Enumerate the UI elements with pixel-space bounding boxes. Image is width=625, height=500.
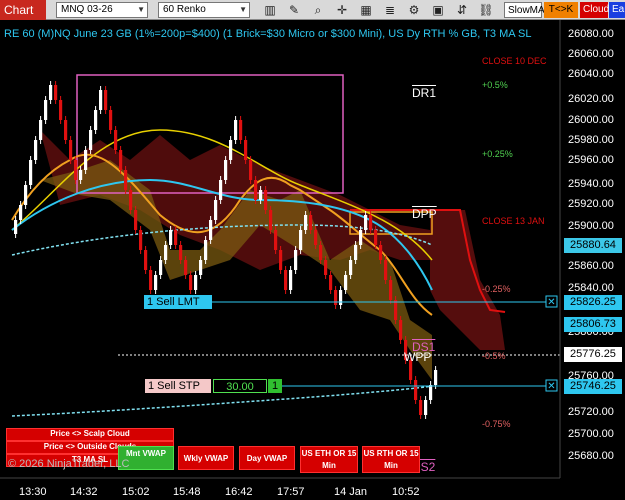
chart-toolbar: Chart MNQ 03-26 ▼ 60 Renko ▼ ▥ ✎ ⌕ ✛ ▦ ≣…	[0, 0, 625, 20]
chart-tab[interactable]: Chart	[0, 0, 46, 20]
price-tick: 25940.00	[568, 178, 614, 190]
price-tick: 25860.00	[568, 260, 614, 272]
slow-ma-button[interactable]: SlowMA	[504, 2, 545, 18]
chevron-down-icon: ▼	[239, 5, 247, 14]
stop-qty-field[interactable]: 1	[268, 379, 282, 393]
wpp-label: WPP	[404, 350, 432, 364]
minus-075-label: -0.75%	[482, 419, 511, 429]
price-tick: 25700.00	[568, 428, 614, 440]
svg-text:✕: ✕	[547, 297, 555, 308]
time-tick: 10:52	[392, 486, 420, 498]
time-tick: 14 Jan	[334, 486, 368, 498]
price-tick: 26000.00	[568, 114, 614, 126]
price-tick: 25680.00	[568, 450, 614, 462]
price-tag-last: 25776.25	[564, 347, 622, 362]
list-icon[interactable]: ≣	[382, 2, 398, 18]
chevron-down-icon: ▼	[137, 5, 145, 14]
plus-025-label: +0.25%	[482, 149, 513, 159]
instrument-selector[interactable]: MNQ 03-26 ▼	[56, 2, 148, 18]
price-tick: 25960.00	[568, 154, 614, 166]
time-tick: 13:30	[19, 486, 47, 498]
copyright-text: © 2026 NinjaTrader, LLC	[8, 458, 130, 470]
svg-text:✕: ✕	[547, 381, 555, 392]
price-tag-sell-stp: 25746.25	[564, 379, 622, 394]
interval-selector[interactable]: 60 Renko ▼	[158, 2, 250, 18]
price-tag-sell-lmt: 25826.25	[564, 295, 622, 310]
pencil-icon[interactable]: ✎	[286, 2, 302, 18]
price-tick: 25840.00	[568, 282, 614, 294]
time-tick: 16:42	[225, 486, 253, 498]
dpp-label: DPP	[412, 207, 437, 221]
price-tick: 25720.00	[568, 406, 614, 418]
strategy-icon[interactable]: ⚙	[406, 2, 422, 18]
camera-icon[interactable]: ▣	[430, 2, 446, 18]
link-icon[interactable]: ⛓	[478, 2, 494, 18]
price-tick: 26080.00	[568, 28, 614, 40]
time-tick: 15:48	[173, 486, 201, 498]
instrument-label: MNQ 03-26	[61, 4, 113, 15]
price-tick: 25980.00	[568, 134, 614, 146]
bar-chart-icon[interactable]: ▥	[262, 2, 278, 18]
time-tick: 17:57	[277, 486, 305, 498]
interval-label: 60 Renko	[163, 4, 206, 15]
price-tick: 25900.00	[568, 220, 614, 232]
red-cloud-right	[430, 210, 505, 350]
close-order-icon[interactable]: ✕	[545, 379, 558, 392]
us-rth-or-button[interactable]: US RTH OR 15 Min	[362, 446, 420, 473]
time-tick: 14:32	[70, 486, 98, 498]
time-tick: 15:02	[122, 486, 150, 498]
day-vwap-button[interactable]: Day VWAP	[239, 446, 295, 470]
us-eth-or-button[interactable]: US ETH OR 15 Min	[300, 446, 358, 473]
minus-025-label: -0.25%	[482, 284, 511, 294]
trade-icon[interactable]: ⇵	[454, 2, 470, 18]
close-10-dec-label: CLOSE 10 DEC	[482, 56, 547, 66]
plus-05-label: +0.5%	[482, 80, 508, 90]
chart-title: RE 60 (M)NQ June 23 GB (1%=200p=$400) (1…	[4, 28, 532, 40]
price-tick: 26040.00	[568, 68, 614, 80]
tiles-icon[interactable]: ▦	[358, 2, 374, 18]
scalp-cloud-button[interactable]: Price <> Scalp Cloud	[6, 428, 174, 441]
price-tick: 26060.00	[568, 48, 614, 60]
close-13-jan-label: CLOSE 13 JAN	[482, 216, 545, 226]
minus-05-label: -0.5%	[482, 351, 506, 361]
ea-button[interactable]: Ea	[609, 2, 625, 18]
stop-price-field[interactable]: 30.00	[213, 379, 267, 393]
cloud-button[interactable]: Cloud	[580, 2, 609, 18]
price-tick: 26020.00	[568, 93, 614, 105]
price-tick: 25920.00	[568, 198, 614, 210]
sell-lmt-order[interactable]: 1 Sell LMT	[144, 295, 212, 309]
price-tag-cyan-ma: 25880.64	[564, 238, 622, 253]
crosshair-icon[interactable]: ✛	[334, 2, 350, 18]
dr1-label: DR1	[412, 86, 437, 100]
zoom-icon[interactable]: ⌕	[310, 2, 326, 18]
wkly-vwap-button[interactable]: Wkly VWAP	[178, 446, 234, 470]
close-order-icon[interactable]: ✕	[545, 295, 558, 308]
price-axis: 26080.00 26060.00 26040.00 26020.00 2600…	[560, 20, 625, 478]
sell-stp-order[interactable]: 1 Sell STP	[145, 379, 211, 393]
price-tag-ma: 25806.73	[564, 317, 622, 332]
tc-button[interactable]: T<>K	[544, 2, 578, 18]
